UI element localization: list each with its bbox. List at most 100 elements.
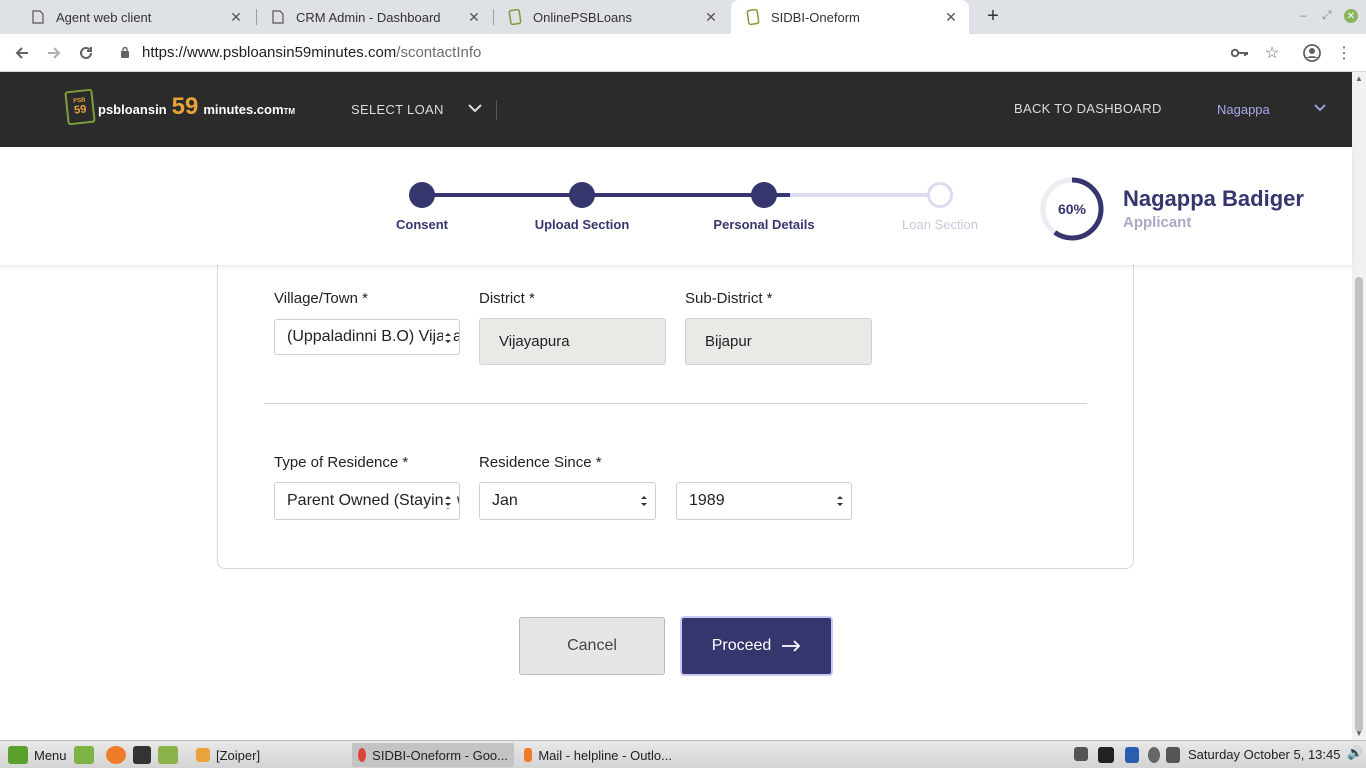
close-icon[interactable]: ✕ — [703, 9, 719, 25]
site-logo[interactable]: PSB 59 psbloansin 59 minutes.com TM — [64, 88, 295, 126]
site-header: PSB 59 psbloansin 59 minutes.com TM SELE… — [0, 72, 1352, 147]
select-loan-menu[interactable]: SELECT LOAN — [351, 102, 444, 117]
step-label-upload: Upload Section — [534, 217, 630, 232]
subdistrict-value: Bijapur — [705, 333, 752, 350]
tab-title: SIDBI-Oneform — [771, 9, 860, 25]
menu-kebab-icon[interactable]: ⋮ — [1334, 43, 1354, 63]
residence-type-select[interactable]: Parent Owned (Staying with Parents) — [274, 482, 460, 520]
step-label-loan: Loan Section — [902, 217, 978, 232]
firefox-icon[interactable] — [106, 746, 126, 764]
step-dot-personal — [751, 182, 777, 208]
district-value: Vijayapura — [499, 333, 570, 350]
page-icon — [30, 9, 46, 25]
taskbar-item[interactable]: [Zoiper] — [190, 743, 348, 767]
logo-trademark: TM — [283, 107, 296, 116]
account-icon[interactable] — [1302, 43, 1322, 63]
os-taskbar: Menu [Zoiper] SIDBI-Oneform - Goo... Mai… — [0, 740, 1366, 768]
proceed-button[interactable]: Proceed — [680, 616, 833, 676]
form-divider — [264, 403, 1087, 404]
new-tab-button[interactable]: + — [982, 5, 1004, 27]
logo-big-number: 59 — [171, 93, 199, 120]
chevron-down-icon[interactable] — [1312, 100, 1328, 116]
tab-title: OnlinePSBLoans — [533, 9, 633, 25]
key-icon[interactable] — [1230, 43, 1250, 63]
logo-text: psbloansin 59 minutes.com TM — [98, 93, 295, 121]
chevron-down-icon[interactable] — [466, 99, 484, 117]
recording-tray-icon[interactable] — [1098, 747, 1114, 763]
window-close-icon[interactable]: ✕ — [1344, 9, 1358, 23]
forward-icon[interactable] — [43, 42, 65, 64]
back-icon[interactable] — [11, 42, 33, 64]
subdistrict-field: Bijapur — [685, 318, 872, 365]
shield-icon[interactable] — [1125, 747, 1139, 763]
user-menu[interactable]: Nagappa — [1217, 102, 1270, 117]
browser-tab[interactable]: OnlinePSBLoans ✕ — [493, 0, 729, 34]
back-to-dashboard-link[interactable]: BACK TO DASHBOARD — [1014, 101, 1162, 116]
close-icon[interactable]: ✕ — [943, 9, 959, 25]
scroll-up-icon[interactable]: ▲ — [1355, 74, 1363, 83]
residence-month-value: Jan — [492, 492, 518, 509]
browser-tab-active[interactable]: SIDBI-Oneform ✕ — [731, 0, 969, 34]
select-arrows-icon — [443, 331, 453, 345]
close-icon[interactable]: ✕ — [228, 9, 244, 25]
tab-title: CRM Admin - Dashboard — [296, 9, 441, 25]
step-dot-upload — [569, 182, 595, 208]
cancel-button[interactable]: Cancel — [519, 617, 665, 675]
close-icon[interactable]: ✕ — [466, 9, 482, 25]
network-tray-icon[interactable] — [1074, 747, 1088, 761]
start-menu-button[interactable]: Menu — [2, 743, 73, 767]
district-label: District * — [479, 290, 535, 307]
select-arrows-icon — [639, 494, 649, 508]
step-label-consent: Consent — [396, 217, 448, 232]
page-scrollbar[interactable]: ▲ ▼ — [1352, 72, 1366, 740]
select-arrows-icon — [835, 494, 845, 508]
step-label-personal: Personal Details — [713, 217, 815, 232]
star-icon[interactable]: ☆ — [1262, 43, 1282, 63]
scroll-down-icon[interactable]: ▼ — [1355, 729, 1363, 738]
residence-type-label: Type of Residence * — [274, 454, 409, 471]
url-path: /scontactInfo — [396, 44, 482, 61]
clock[interactable]: Saturday October 5, 13:45 — [1188, 747, 1340, 762]
cancel-button-label: Cancel — [567, 637, 617, 654]
restore-icon[interactable]: ⤢ — [1322, 8, 1332, 23]
reload-icon[interactable] — [75, 42, 97, 64]
lock-icon — [121, 46, 129, 58]
user-tray-icon[interactable] — [1148, 747, 1160, 763]
progress-percent: 60% — [1057, 201, 1087, 217]
mint-logo-icon — [8, 746, 28, 764]
logo-badge-number: 59 — [73, 103, 88, 117]
url-host: https://www.psbloansin59minutes.com — [142, 44, 397, 61]
files-icon[interactable] — [158, 746, 178, 764]
scrollbar-thumb[interactable] — [1355, 277, 1363, 732]
show-desktop-icon[interactable] — [74, 746, 94, 764]
network-status-icon[interactable] — [1166, 747, 1180, 763]
browser-tab[interactable]: CRM Admin - Dashboard ✕ — [256, 0, 492, 34]
logo-badge: PSB 59 — [64, 88, 96, 126]
arrow-right-icon — [782, 640, 801, 652]
progress-stepper: Consent Upload Section Personal Details … — [0, 147, 1352, 265]
residence-year-value: 1989 — [689, 492, 725, 509]
residence-month-select[interactable]: Jan — [479, 482, 656, 520]
taskbar-item[interactable]: Mail - helpline - Outlo... — [518, 743, 678, 767]
taskbar-item-active[interactable]: SIDBI-Oneform - Goo... — [352, 743, 514, 767]
district-field: Vijayapura — [479, 318, 666, 365]
residence-year-select[interactable]: 1989 — [676, 482, 852, 520]
chrome-icon — [358, 748, 367, 762]
browser-tab[interactable]: Agent web client ✕ — [16, 0, 254, 34]
address-bar[interactable]: https://www.psbloansin59minutes.com/scon… — [142, 44, 481, 61]
logo-prefix: psbloansin — [98, 102, 167, 117]
proceed-button-label: Proceed — [711, 637, 772, 654]
taskbar-item-label: SIDBI-Oneform - Goo... — [372, 747, 508, 763]
step-dot-loan — [927, 182, 953, 208]
site-favicon-icon — [745, 9, 761, 25]
header-divider — [496, 100, 497, 120]
taskbar-item-label: Mail - helpline - Outlo... — [538, 747, 672, 763]
site-favicon-icon — [507, 9, 523, 25]
volume-icon[interactable]: 🔊 — [1347, 745, 1363, 761]
terminal-icon[interactable] — [133, 746, 151, 764]
village-select[interactable]: (Uppaladinni B.O) Vijayapura — [274, 319, 460, 355]
firefox-icon — [524, 748, 533, 762]
village-value: (Uppaladinni B.O) Vijayapura — [287, 328, 459, 345]
zoiper-icon — [196, 748, 210, 762]
minimize-icon[interactable]: – — [1300, 8, 1307, 22]
